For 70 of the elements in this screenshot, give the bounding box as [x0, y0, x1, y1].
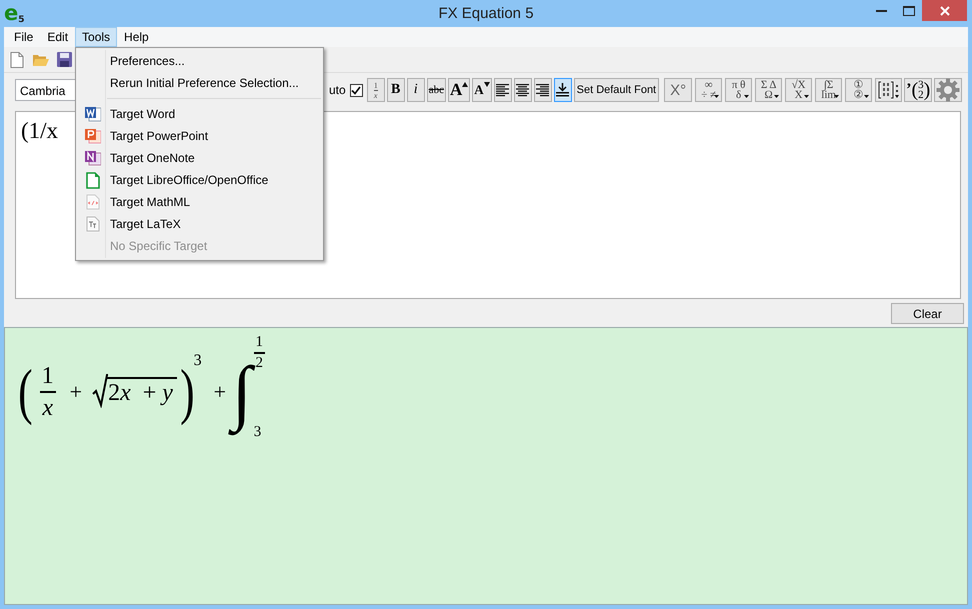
matrix-button[interactable] [875, 78, 902, 102]
menu-item[interactable]: Target LaTeX [76, 213, 323, 235]
document-icon [86, 172, 100, 188]
dropdown-caret-icon [804, 95, 810, 98]
clear-button[interactable]: Clear [891, 303, 964, 324]
equation-input-text: (1/x [21, 118, 58, 143]
auto-label: uto [329, 83, 346, 97]
align-center-button[interactable] [514, 78, 532, 102]
strikethrough-button[interactable]: abc [426, 78, 446, 102]
align-left-button[interactable] [494, 78, 512, 102]
upper-limit-denominator: 2 [256, 356, 263, 370]
shrink-font-button[interactable]: A [472, 78, 492, 102]
menu-item[interactable]: Target MathML [76, 191, 323, 213]
settings-button[interactable] [934, 78, 962, 102]
menu-item[interactable]: Target LibreOffice/OpenOffice [76, 169, 323, 191]
save-icon[interactable] [57, 52, 72, 67]
upper-limit-numerator: 1 [256, 335, 263, 350]
up-triangle-icon [462, 82, 468, 87]
plus-sign: + [70, 379, 82, 405]
grow-font-button[interactable]: A [448, 78, 470, 102]
dropdown-caret-icon [744, 95, 750, 98]
auto-checkbox[interactable] [350, 84, 363, 96]
radical-sign [92, 374, 108, 408]
dropdown-caret-icon [714, 95, 720, 98]
open-parenthesis: ( [18, 361, 33, 423]
superscript-button[interactable]: X° [664, 78, 692, 102]
denominator: x [42, 396, 53, 420]
align-right-button[interactable] [534, 78, 552, 102]
integral-sign: ∫ [230, 342, 254, 442]
bold-button[interactable]: B [386, 78, 405, 102]
lower-limit: 3 [254, 424, 262, 441]
menu-item[interactable]: Preferences... [76, 50, 323, 72]
app-logo: e$_{5}$ [4, 2, 25, 24]
menu-item[interactable]: Rerun Initial Preference Selection... [76, 72, 323, 94]
dropdown-caret-icon [834, 95, 840, 98]
code-file-icon [86, 194, 100, 210]
plus-sign: + [214, 379, 226, 405]
down-triangle-icon [484, 82, 490, 87]
symbol-palette-button[interactable]: √X X [785, 78, 812, 102]
font-dropdown[interactable]: Cambria [15, 79, 75, 101]
menu-item[interactable]: Target PowerPoint [76, 125, 323, 147]
baseline-button[interactable] [554, 78, 572, 102]
menu-item[interactable]: Help [117, 27, 156, 47]
symbol-palette-button[interactable]: Σ Δ Ω [755, 78, 782, 102]
menu-item[interactable]: Edit [40, 27, 76, 47]
new-file-icon[interactable] [10, 52, 24, 68]
notebook-n-icon [85, 150, 101, 166]
symbol-palette-button[interactable]: ∫Σ lim [815, 78, 842, 102]
dropdown-caret-icon [864, 95, 870, 98]
slides-p-icon [85, 128, 101, 144]
exponent: 3 [194, 352, 202, 370]
minimize-icon [876, 9, 887, 12]
close-button[interactable] [922, 0, 967, 21]
close-parenthesis: ) [180, 361, 194, 423]
menu-item[interactable]: Tools [75, 27, 118, 47]
set-default-font-button[interactable]: Set Default Font [574, 78, 660, 102]
close-icon [940, 6, 950, 16]
symbol-palette-button[interactable]: π θ δ [725, 78, 752, 102]
italic-button[interactable]: i [406, 78, 425, 102]
symbol-palette-button[interactable]: ① ② [845, 78, 872, 102]
maximize-icon [902, 6, 914, 16]
dropdown-caret-icon [774, 95, 780, 98]
tex-file-icon [86, 216, 100, 232]
radicand: 2x + y [107, 377, 177, 405]
document-w-icon [85, 106, 101, 122]
menu-item[interactable]: Target OneNote [76, 147, 323, 169]
numerator: 1 [42, 364, 54, 388]
fraction-button[interactable]: 1 x [366, 78, 385, 102]
menu-item[interactable]: File [7, 27, 40, 47]
window-title: FX Equation 5 [437, 5, 535, 22]
